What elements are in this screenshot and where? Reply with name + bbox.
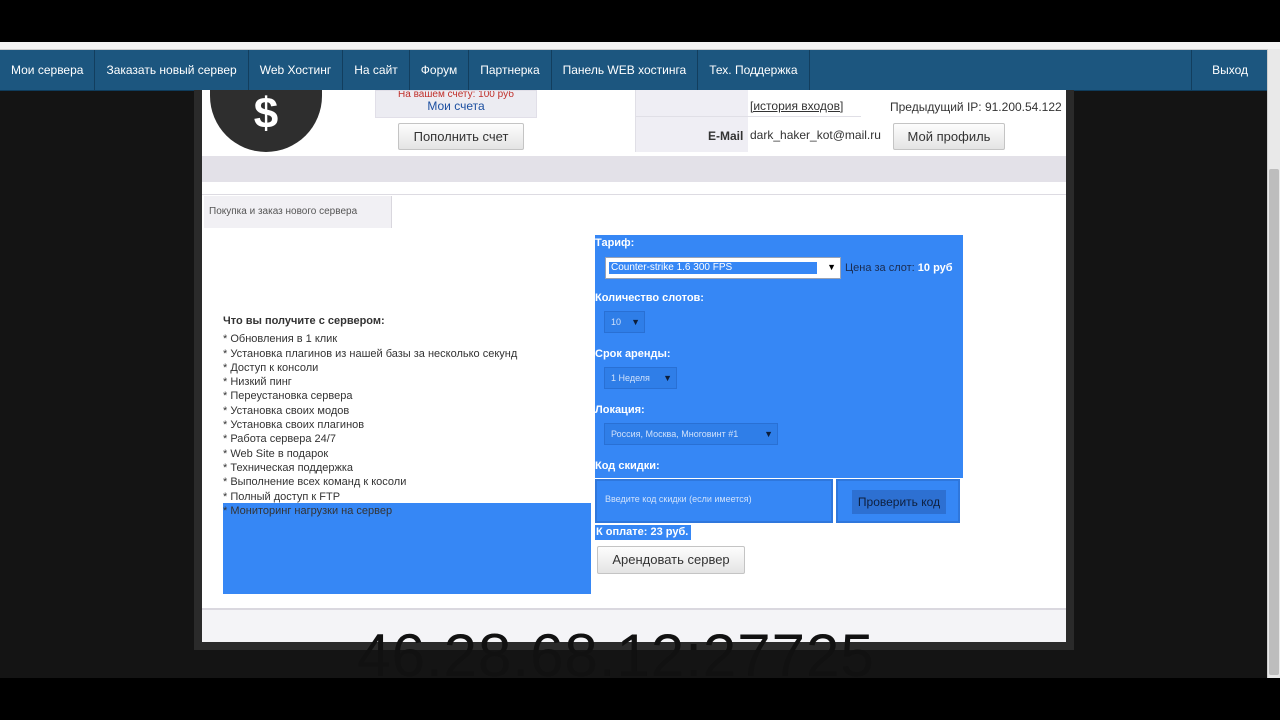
chevron-down-icon: ▼	[663, 373, 672, 383]
promo-placeholder: Введите код скидки (если имеется)	[605, 494, 752, 504]
feature-item: * Установка своих модов	[223, 404, 350, 417]
feature-item: * Установка своих плагинов	[223, 419, 365, 432]
slots-label: Количество слотов:	[595, 292, 704, 304]
nav-forum[interactable]: Форум	[410, 50, 470, 90]
scrollbar-thumb[interactable]	[1269, 169, 1279, 675]
nav-to-site[interactable]: На сайт	[343, 50, 410, 90]
total-amount: К оплате: 23 руб.	[595, 525, 692, 540]
term-value: 1 Неделя	[611, 373, 650, 383]
feature-item: * Низкий пинг	[223, 376, 292, 389]
nav-my-servers[interactable]: Мои сервера	[0, 50, 96, 90]
location-label: Локация:	[595, 404, 645, 416]
promo-label: Код скидки:	[595, 460, 660, 472]
section-divider	[202, 194, 1066, 195]
profile-button[interactable]: Мой профиль	[893, 123, 1005, 150]
feature-item: * Работа сервера 24/7	[223, 433, 336, 446]
money-bag-icon: $	[210, 90, 322, 152]
term-label: Срок аренды:	[595, 348, 671, 360]
tariff-select[interactable]: Counter-strike 1.6 300 FPS ▼	[605, 257, 841, 279]
email-label: E-Mail	[708, 129, 744, 143]
section-band	[202, 156, 1066, 182]
balance-box: На вашем счету: 100 руб Мои счета	[375, 90, 537, 118]
login-history-link[interactable]: [история входов]	[750, 99, 843, 113]
nav-partner[interactable]: Партнерка	[469, 50, 552, 90]
feature-item: * Обновления в 1 клик	[223, 333, 338, 346]
location-select[interactable]: Россия, Москва, Многовинт #1 ▼	[604, 423, 778, 445]
tariff-value: Counter-strike 1.6 300 FPS	[609, 262, 817, 274]
feature-item: * Выполнение всех команд к косоли	[223, 476, 407, 489]
content-area: $ На вашем счету: 100 руб Мои счета Попо…	[202, 90, 1066, 642]
chevron-down-icon: ▼	[764, 429, 773, 439]
nav-web-hosting-panel[interactable]: Панель WEB хостинга	[552, 50, 699, 90]
rent-server-button[interactable]: Арендовать сервер	[597, 546, 745, 574]
price-per-slot: Цена за слот: 10 руб	[845, 262, 953, 274]
feature-item: * Доступ к консоли	[223, 361, 319, 374]
chevron-down-icon: ▼	[827, 262, 836, 272]
feature-item: * Мониторинг нагрузки на сервер	[223, 504, 393, 517]
email-value: dark_haker_kot@mail.ru	[750, 128, 881, 142]
nav-order-server[interactable]: Заказать новый сервер	[95, 50, 249, 90]
nav-web-hosting[interactable]: Web Хостинг	[249, 50, 344, 90]
topup-button[interactable]: Пополнить счет	[398, 123, 524, 150]
letterbox-top	[0, 0, 1280, 42]
promo-code-input[interactable]: Введите код скидки (если имеется)	[595, 479, 833, 523]
tab-buy-server[interactable]: Покупка и заказ нового сервера	[204, 196, 392, 228]
slots-select[interactable]: 10 ▼	[604, 311, 645, 333]
price-label: Цена за слот:	[845, 262, 915, 274]
browser-chrome-strip	[0, 42, 1280, 50]
video-frame: Мои сервера Заказать новый сервер Web Хо…	[0, 0, 1280, 720]
features-title: Что вы получите с сервером:	[223, 315, 385, 327]
chevron-down-icon: ▼	[631, 317, 640, 327]
feature-item: * Установка плагинов из нашей базы за не…	[223, 347, 518, 360]
feature-item: * Web Site в подарок	[223, 447, 329, 460]
info-row-divider	[635, 116, 861, 117]
page-scrollbar[interactable]	[1267, 49, 1280, 678]
overlay-server-ip: 46.28.68.12:27725	[357, 622, 875, 689]
tariff-label: Тариф:	[595, 237, 635, 249]
feature-item: * Полный доступ к FTP	[223, 490, 341, 503]
term-select[interactable]: 1 Неделя ▼	[604, 367, 677, 389]
logout-button[interactable]: Выход	[1191, 50, 1268, 90]
check-code-label: Проверить код	[852, 490, 946, 514]
my-accounts-link[interactable]: Мои счета	[376, 99, 536, 113]
price-value: 10 руб	[917, 262, 953, 274]
location-value: Россия, Москва, Многовинт #1	[611, 429, 739, 439]
balance-text: На вашем счету: 100 руб	[398, 91, 514, 99]
nav-support[interactable]: Тех. Поддержка	[698, 50, 810, 90]
feature-item: * Переустановка сервера	[223, 390, 353, 403]
previous-ip: Предыдущий IP: 91.200.54.122	[890, 100, 1062, 114]
slots-value: 10	[611, 317, 622, 327]
main-navbar: Мои сервера Заказать новый сервер Web Хо…	[0, 50, 1268, 91]
check-code-button[interactable]: Проверить код	[836, 479, 960, 523]
feature-item: * Техническая поддержка	[223, 461, 354, 474]
features-list: Что вы получите с сервером: * Обновления…	[223, 314, 517, 518]
account-panel: $ На вашем счету: 100 руб Мои счета Попо…	[202, 90, 1066, 156]
